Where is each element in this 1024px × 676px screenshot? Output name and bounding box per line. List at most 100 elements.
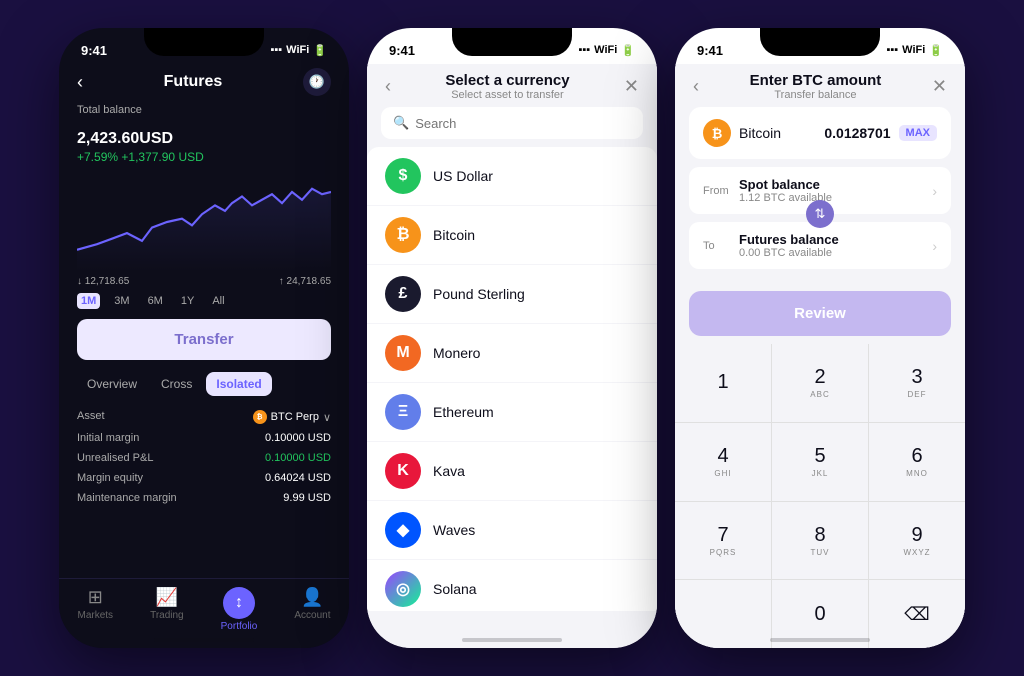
wifi-icon: WiFi (902, 44, 925, 56)
time-display: 9:41 (697, 43, 723, 58)
filter-1m[interactable]: 1M (77, 293, 100, 309)
margin-equity-label: Margin equity (77, 472, 143, 484)
tabs-row: Overview Cross Isolated (77, 372, 331, 396)
nav-portfolio[interactable]: ↕ Portfolio (221, 587, 258, 632)
history-button[interactable]: 🕐 (303, 68, 331, 96)
notch (452, 28, 572, 56)
to-box[interactable]: To Futures balance 0.00 BTC available › (689, 222, 951, 269)
transfer-boxes: From Spot balance 1.12 BTC available › ⇅… (689, 167, 951, 275)
max-button[interactable]: MAX (899, 125, 937, 141)
status-icons: ▪▪▪ WiFi 🔋 (886, 44, 943, 57)
nav-portfolio-label: Portfolio (221, 621, 258, 632)
numpad-key-3[interactable]: 3DEF (869, 344, 965, 422)
signal-icon: ▪▪▪ (886, 44, 898, 56)
currency-item-waves[interactable]: ◆ Waves (367, 501, 657, 559)
nav-account[interactable]: 👤 Account (294, 587, 330, 632)
to-label: To (703, 240, 731, 252)
signal-icon: ▪▪▪ (270, 44, 282, 56)
numpad-key-8[interactable]: 8TUV (772, 502, 868, 580)
title-block: Select a currency Select asset to transf… (391, 72, 624, 101)
currency-item-us-dollar[interactable]: $ US Dollar (367, 147, 657, 205)
wifi-icon: WiFi (594, 44, 617, 56)
filter-all[interactable]: All (208, 293, 228, 309)
from-arrow: › (932, 183, 937, 199)
numpad-key-2[interactable]: 2ABC (772, 344, 868, 422)
to-info: Futures balance 0.00 BTC available (739, 232, 932, 259)
currency-list: $ US Dollar ₿ Bitcoin £ Pound Sterling M… (367, 147, 657, 611)
numpad-backspace[interactable]: ⌫ (869, 580, 965, 648)
from-info: Spot balance 1.12 BTC available (739, 177, 932, 204)
nav-markets[interactable]: ⊞ Markets (78, 587, 114, 632)
screen-title: Enter BTC amount (699, 72, 932, 89)
initial-margin-value: 0.10000 USD (265, 432, 331, 444)
numpad-key-5[interactable]: 5JKL (772, 423, 868, 501)
tab-overview[interactable]: Overview (77, 372, 147, 396)
numpad-key-6[interactable]: 6MNO (869, 423, 965, 501)
phone-btc: 9:41 ▪▪▪ WiFi 🔋 ‹ Enter BTC amount Trans… (675, 28, 965, 648)
search-input[interactable] (415, 116, 631, 131)
numpad-key-9[interactable]: 9WXYZ (869, 502, 965, 580)
currency-icon: K (385, 453, 421, 489)
notch (144, 28, 264, 56)
currency-icon: ◆ (385, 512, 421, 548)
signal-icon: ▪▪▪ (578, 44, 590, 56)
status-icons: ▪▪▪ WiFi 🔋 (578, 44, 635, 57)
wifi-icon: WiFi (286, 44, 309, 56)
unrealised-label: Unrealised P&L (77, 452, 153, 464)
back-button[interactable]: ‹ (77, 72, 83, 93)
asset-value: ₿ BTC Perp ∨ (253, 410, 331, 424)
portfolio-icon: ↕ (223, 587, 255, 619)
nav-trading[interactable]: 📈 Trading (150, 587, 184, 632)
futures-header: ‹ Futures 🕐 (77, 64, 331, 104)
from-box[interactable]: From Spot balance 1.12 BTC available › ⇅ (689, 167, 951, 214)
filter-1y[interactable]: 1Y (177, 293, 198, 309)
from-sub: 1.12 BTC available (739, 192, 932, 204)
asset-rows: Asset ₿ BTC Perp ∨ Initial margin 0.1000… (77, 406, 331, 508)
currency-content: ‹ Select a currency Select asset to tran… (367, 64, 657, 648)
balance-amount: 2,423.60USD (77, 118, 331, 150)
currency-icon: Ξ (385, 394, 421, 430)
time-display: 9:41 (81, 43, 107, 58)
home-indicator (462, 638, 562, 642)
currency-item-bitcoin[interactable]: ₿ Bitcoin (367, 206, 657, 264)
close-button[interactable]: ✕ (624, 76, 639, 97)
asset-row-maintenance: Maintenance margin 9.99 USD (77, 488, 331, 508)
search-box[interactable]: 🔍 (381, 107, 643, 139)
filter-6m[interactable]: 6M (144, 293, 167, 309)
swap-icon[interactable]: ⇅ (806, 200, 834, 228)
btc-header: ‹ Enter BTC amount Transfer balance ✕ (675, 64, 965, 107)
currency-name: Kava (433, 463, 465, 479)
time-display: 9:41 (389, 43, 415, 58)
currency-item-ethereum[interactable]: Ξ Ethereum (367, 383, 657, 441)
notch (760, 28, 880, 56)
battery-icon: 🔋 (313, 44, 327, 57)
currency-item-monero[interactable]: M Monero (367, 324, 657, 382)
numpad-key-1[interactable]: 1 (675, 344, 771, 422)
tab-isolated[interactable]: Isolated (206, 372, 271, 396)
currency-item-solana[interactable]: ◎ Solana (367, 560, 657, 611)
currency-icon: ◎ (385, 571, 421, 607)
asset-label: Asset (77, 410, 105, 424)
screen-title: Select a currency (391, 72, 624, 89)
initial-margin-label: Initial margin (77, 432, 139, 444)
filter-3m[interactable]: 3M (110, 293, 133, 309)
transfer-button[interactable]: Transfer (77, 319, 331, 360)
currency-name: Ethereum (433, 404, 494, 420)
currency-item-kava[interactable]: K Kava (367, 442, 657, 500)
numpad-key-4[interactable]: 4GHI (675, 423, 771, 501)
tab-cross[interactable]: Cross (151, 372, 202, 396)
currency-icon: £ (385, 276, 421, 312)
review-button[interactable]: Review (689, 291, 951, 336)
numpad-key-7[interactable]: 7PQRS (675, 502, 771, 580)
maintenance-value: 9.99 USD (283, 492, 331, 504)
phone-futures: 9:41 ▪▪▪ WiFi 🔋 ‹ Futures 🕐 Total balanc… (59, 28, 349, 648)
btc-left: ₿ Bitcoin (703, 119, 781, 147)
currency-item-pound-sterling[interactable]: £ Pound Sterling (367, 265, 657, 323)
btc-icon: ₿ (253, 410, 267, 424)
maintenance-label: Maintenance margin (77, 492, 177, 504)
nav-account-label: Account (294, 610, 330, 621)
status-icons: ▪▪▪ WiFi 🔋 (270, 44, 327, 57)
btc-coin-icon: ₿ (703, 119, 731, 147)
close-button[interactable]: ✕ (932, 76, 947, 97)
currency-header: ‹ Select a currency Select asset to tran… (367, 64, 657, 107)
